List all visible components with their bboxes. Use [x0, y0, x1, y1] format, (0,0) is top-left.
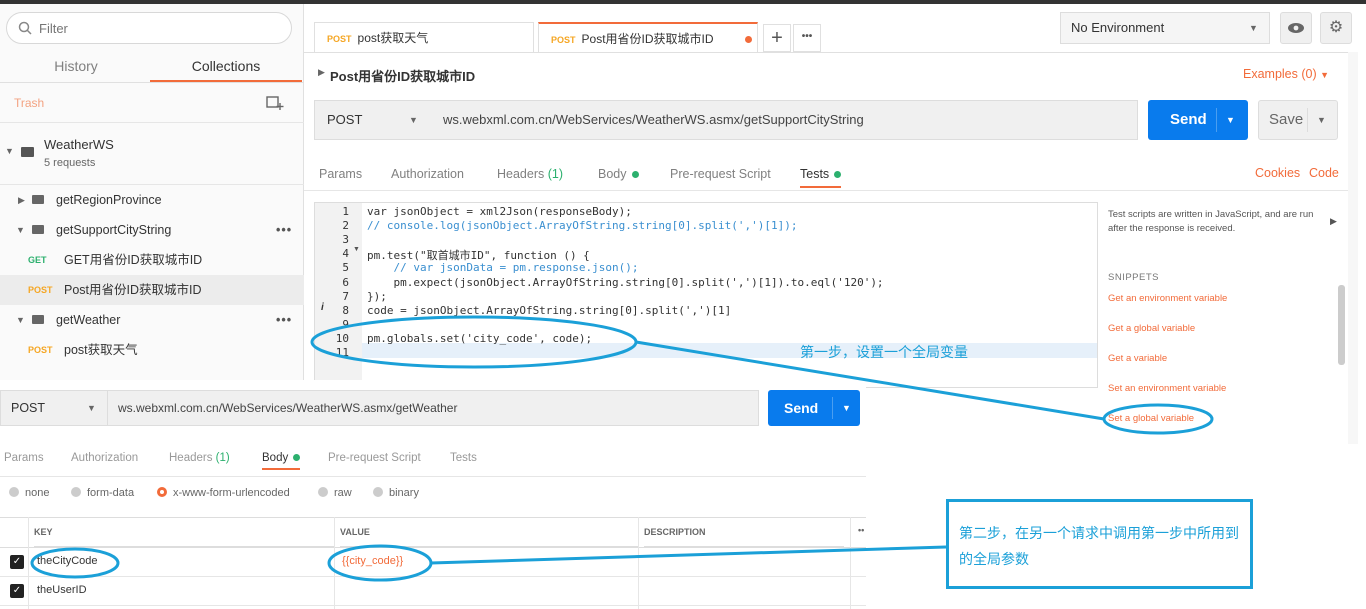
- annotation-ellipse: [1102, 403, 1214, 435]
- annotation-ellipse: [310, 315, 638, 369]
- annotation-line: [430, 545, 947, 565]
- annotation-ellipse: [327, 544, 433, 582]
- annotation-step1: 第一步，设置一个全局变量: [800, 344, 968, 360]
- annotation-step2: 第二步，在另一个请求中调用第一步中所用到的全局参数: [959, 525, 1239, 567]
- annotation-ellipse: [30, 547, 120, 579]
- annotation-box: 第二步，在另一个请求中调用第一步中所用到的全局参数: [946, 499, 1253, 589]
